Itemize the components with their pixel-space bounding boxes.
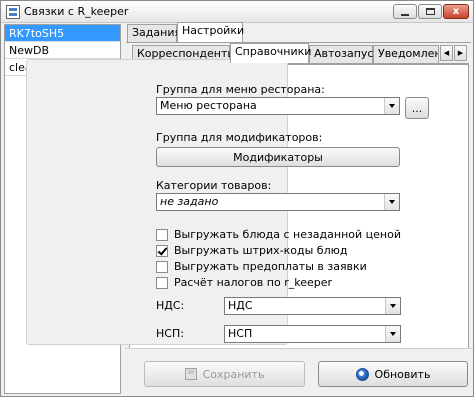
tab-tasks[interactable]: Задания	[127, 24, 181, 42]
minimize-button[interactable]	[393, 4, 417, 19]
tab-scroll-left-button[interactable]: ◀	[440, 45, 453, 61]
list-item[interactable]: NewDB	[5, 42, 120, 59]
app-icon	[6, 5, 20, 19]
window-title: Связки с R_keeper	[24, 5, 129, 18]
checkbox-label: Выгружать блюда с незаданной ценой	[174, 228, 401, 241]
app-window: Связки с R_keeper x RK7toSH5 NewDB clear…	[0, 0, 474, 397]
menu-group-value: Меню ресторана	[160, 99, 257, 112]
menu-group-label: Группа для меню ресторана:	[156, 83, 325, 96]
chevron-down-icon	[385, 326, 400, 342]
checkbox-box[interactable]	[156, 228, 168, 241]
maximize-button[interactable]	[418, 4, 442, 19]
tab-autostart[interactable]: Автозапуск	[309, 45, 380, 63]
close-icon: x	[452, 5, 460, 17]
save-button[interactable]: Сохранить	[144, 361, 305, 387]
menu-group-select[interactable]: Меню ресторана	[156, 97, 400, 115]
close-button[interactable]: x	[443, 4, 469, 19]
checkbox-barcodes[interactable]: Выгружать штрих-коды блюд	[156, 243, 347, 258]
floppy-disk-icon	[184, 368, 197, 380]
categories-value: не задано	[160, 195, 219, 208]
checkbox-box[interactable]	[156, 260, 168, 273]
modifiers-button[interactable]: Модификаторы	[156, 147, 400, 167]
tab-notifications[interactable]: Уведомлени	[373, 45, 439, 63]
minimize-icon	[401, 13, 409, 16]
nsp-value: НСП	[228, 327, 253, 340]
refresh-button-label: Обновить	[374, 367, 431, 381]
checkbox-prepayments[interactable]: Выгружать предоплаты в заявки	[156, 259, 367, 274]
tab-scroll-right-button[interactable]: ▶	[454, 45, 467, 61]
checkbox-box[interactable]	[156, 276, 168, 289]
nds-label: НДС:	[156, 299, 185, 312]
arrow-right-icon: ▶	[457, 49, 464, 57]
checkbox-label: Выгружать штрих-коды блюд	[174, 244, 348, 257]
arrow-left-icon: ◀	[443, 49, 450, 57]
checkbox-box[interactable]	[156, 244, 168, 257]
tab-directories[interactable]: Справочники	[230, 43, 311, 63]
nds-value: НДС	[228, 299, 253, 312]
list-item[interactable]: RK7toSH5	[5, 25, 120, 42]
categories-select[interactable]: не задано	[156, 193, 400, 211]
modifier-group-label: Группа для модификаторов:	[156, 131, 323, 144]
categories-label: Категории товаров:	[156, 179, 272, 192]
refresh-icon	[355, 367, 369, 381]
tab-settings[interactable]: Настройки	[177, 22, 244, 42]
nsp-select[interactable]: НСП	[224, 325, 401, 343]
maximize-icon	[425, 8, 435, 15]
title-bar[interactable]: Связки с R_keeper x	[1, 1, 473, 23]
chevron-down-icon	[384, 98, 399, 114]
refresh-button[interactable]: Обновить	[318, 361, 468, 387]
checkbox-label: Расчёт налогов по r_keeper	[174, 276, 333, 289]
nsp-label: НСП:	[156, 327, 184, 340]
checkbox-unpriced-dishes[interactable]: Выгружать блюда с незаданной ценой	[156, 227, 401, 242]
chevron-down-icon	[384, 194, 399, 210]
browse-button[interactable]: ...	[405, 97, 429, 119]
save-button-label: Сохранить	[202, 367, 265, 381]
checkbox-label: Выгружать предоплаты в заявки	[174, 260, 367, 273]
chevron-down-icon	[385, 298, 400, 314]
nds-select[interactable]: НДС	[224, 297, 401, 315]
checkbox-tax-calc[interactable]: Расчёт налогов по r_keeper	[156, 275, 332, 290]
